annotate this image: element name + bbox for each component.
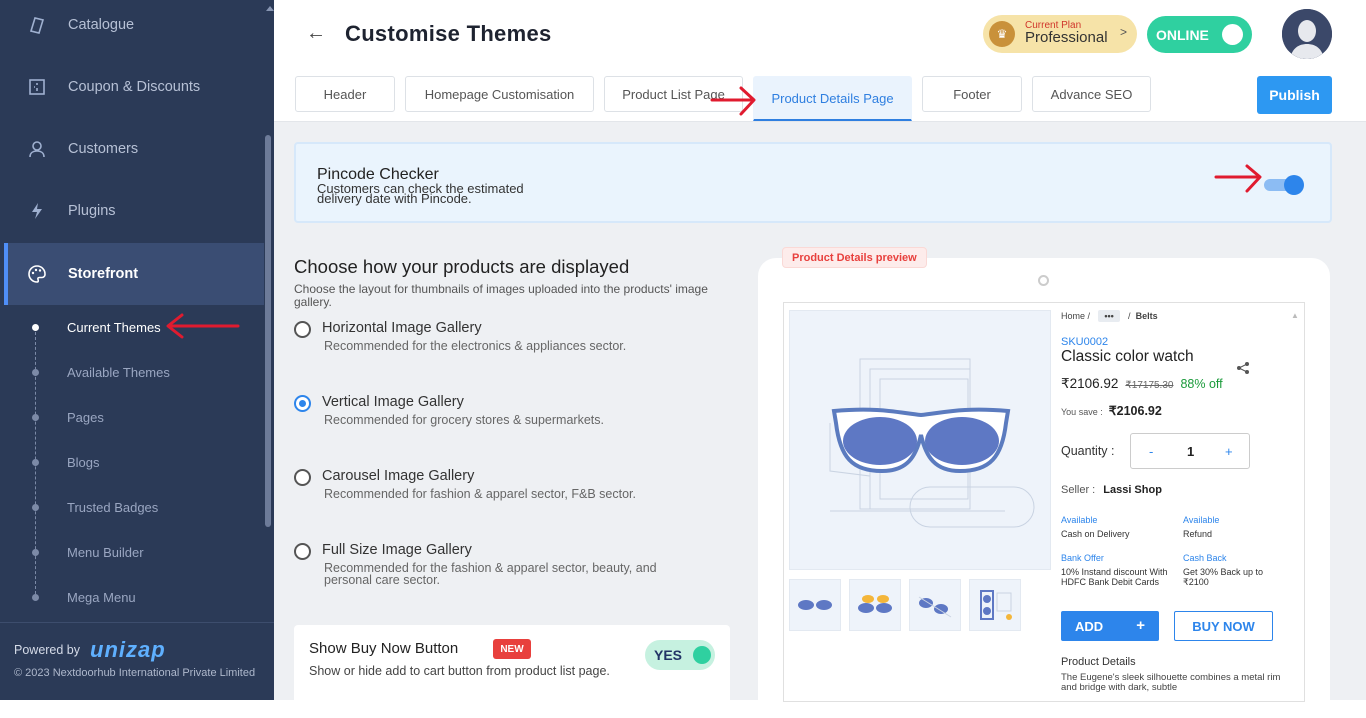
radio-button[interactable] (294, 543, 311, 560)
product-thumbnail[interactable] (849, 579, 901, 631)
content: Pincode Checker Customers can check the … (274, 0, 1366, 718)
buy-now-desc: Show or hide add to cart button from pro… (309, 664, 610, 678)
unizap-logo: unizap (90, 637, 166, 662)
info-cash-back: Cash Back Get 30% Back up to ₹2100 (1183, 553, 1264, 587)
preview-label: Product Details preview (782, 247, 927, 268)
submenu-pages[interactable]: Pages (30, 407, 104, 427)
pincode-desc: Customers can check the estimated delive… (317, 181, 524, 206)
product-details-title: Product Details (1061, 656, 1136, 668)
submenu-blogs[interactable]: Blogs (30, 452, 100, 472)
info-refund: Available Refund (1183, 515, 1220, 539)
coupon-icon (26, 76, 48, 98)
user-icon (26, 138, 48, 160)
radio-button[interactable] (294, 395, 311, 412)
qty-value[interactable]: 1 (1187, 444, 1194, 459)
breadcrumb-more[interactable]: ••• (1098, 310, 1121, 322)
camera-icon (1038, 275, 1049, 286)
sidebar-scrollbar[interactable] (265, 135, 271, 527)
submenu-current-themes[interactable]: Current Themes (30, 317, 161, 337)
qty-plus-button[interactable]: + (1225, 444, 1233, 459)
sidebar-item-customers[interactable]: Customers (4, 118, 264, 180)
powered-by: Powered by unizap (14, 637, 166, 662)
sidebar-item-coupons[interactable]: Coupon & Discounts (4, 56, 264, 118)
submenu-trusted-badges[interactable]: Trusted Badges (30, 497, 158, 517)
buy-now-title: Show Buy Now Button (309, 640, 459, 657)
qty-minus-button[interactable]: - (1149, 444, 1153, 459)
sidebar-item-storefront[interactable]: Storefront (4, 243, 264, 305)
sidebar-item-label: Customers (68, 141, 139, 157)
product-thumbnail[interactable] (909, 579, 961, 631)
submenu-available-themes[interactable]: Available Themes (30, 362, 170, 382)
submenu-menu-builder[interactable]: Menu Builder (30, 542, 144, 562)
product-details-desc: The Eugene's sleek silhouette combines a… (1061, 672, 1281, 693)
radio-button[interactable] (294, 469, 311, 486)
pincode-checker-card: Pincode Checker Customers can check the … (294, 142, 1332, 223)
plugin-icon (26, 200, 48, 222)
scroll-up-arrow[interactable] (266, 6, 274, 11)
quantity-stepper: - 1 + (1130, 433, 1250, 469)
you-save: You save : ₹2106.92 (1061, 404, 1162, 418)
add-to-cart-button[interactable]: ADD + (1061, 611, 1159, 641)
catalogue-icon (26, 14, 48, 36)
info-cod: Available Cash on Delivery (1061, 515, 1130, 539)
new-badge: NEW (493, 639, 531, 659)
pincode-toggle[interactable] (1264, 175, 1304, 195)
sidebar-item-catalogue[interactable]: Catalogue (4, 0, 264, 56)
product-mrp: ₹17175.30 (1125, 380, 1174, 391)
buy-now-card: Show Buy Now Button NEW Show or hide add… (294, 625, 730, 705)
palette-icon (26, 263, 48, 285)
product-sku: SKU0002 (1061, 336, 1109, 348)
seller: Seller : Lassi Shop (1061, 484, 1162, 496)
copyright: © 2023 Nextdoorhub International Private… (14, 667, 256, 679)
product-thumbnail[interactable] (789, 579, 841, 631)
preview-scroll-up-icon[interactable]: ▲ (1291, 311, 1299, 320)
buy-now-toggle[interactable]: YES (645, 640, 715, 670)
sidebar-item-label: Plugins (68, 203, 116, 219)
display-section-title: Choose how your products are displayed (294, 256, 630, 277)
submenu-mega-menu[interactable]: Mega Menu (30, 587, 136, 607)
display-section-desc: Choose the layout for thumbnails of imag… (294, 282, 708, 309)
radio-button[interactable] (294, 321, 311, 338)
sidebar-item-plugins[interactable]: Plugins (4, 180, 264, 242)
buy-now-button[interactable]: BUY NOW (1174, 611, 1273, 641)
product-thumbnail[interactable] (969, 579, 1021, 631)
annotation-arrow-sidebar (166, 313, 240, 339)
sidebar-item-label: Coupon & Discounts (68, 79, 201, 95)
sidebar-item-label: Storefront (68, 266, 139, 282)
breadcrumb: Home / ••• / Belts (1061, 310, 1158, 322)
product-main-image[interactable] (789, 310, 1051, 570)
product-name: Classic color watch (1061, 348, 1194, 365)
sidebar: Catalogue Coupon & Discounts Customers P… (0, 0, 274, 700)
discount-percent: 88% off (1180, 377, 1223, 391)
quantity-label: Quantity : (1061, 444, 1115, 458)
annotation-arrow-toggle (1214, 164, 1262, 193)
info-bank-offer: Bank Offer 10% Instand discount With HDFC… (1061, 553, 1168, 587)
sidebar-footer: Powered by unizap © 2023 Nextdoorhub Inte… (0, 622, 274, 700)
share-icon[interactable] (1236, 361, 1250, 378)
product-price: ₹2106.92 ₹17175.30 88% off (1061, 376, 1223, 391)
sidebar-item-label: Catalogue (68, 17, 135, 33)
